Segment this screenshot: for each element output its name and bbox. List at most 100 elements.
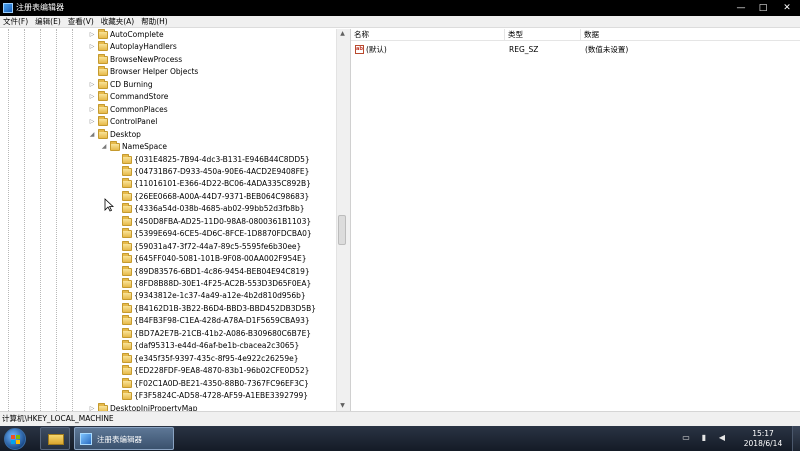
expander-arrow-icon[interactable]: ▷ [88, 403, 96, 412]
expander-arrow-icon[interactable]: ▷ [88, 91, 96, 103]
expander-arrow-icon[interactable] [88, 66, 96, 78]
expander-arrow-icon[interactable] [112, 266, 120, 278]
tree-item[interactable]: ▷ DesktopIniPropertyMap [88, 402, 330, 412]
registry-key-tree[interactable]: ▷ AutoComplete ▷ AutoplayHandlers BrowseNewP… [0, 29, 336, 411]
expander-arrow-icon[interactable] [88, 54, 96, 66]
string-value-icon: ab [355, 45, 364, 54]
list-item-default[interactable]: ab (默认) REG_SZ (数值未设置) [351, 44, 800, 56]
minimize-button[interactable]: — [730, 0, 752, 16]
column-data[interactable]: 数据 [581, 29, 800, 41]
expander-arrow-icon[interactable] [112, 365, 120, 377]
folder-icon [122, 178, 132, 189]
folder-icon [122, 377, 132, 388]
tree-item-clsid[interactable]: {F3F5824C-AD58-4728-AF59-A1EBE3392799} [112, 390, 330, 402]
column-name[interactable]: 名称 [351, 29, 505, 41]
tree-item-clsid[interactable]: {59031a47-3f72-44a7-89c5-5595fe6b30ee} [112, 240, 330, 253]
tree-item[interactable]: ▷ CommandStore [88, 91, 330, 103]
folder-icon [98, 128, 108, 139]
expander-arrow-icon[interactable] [112, 340, 120, 352]
expander-arrow-icon[interactable] [112, 178, 120, 190]
tree-item-label: {4336a54d-038b-4685-ab02-99bb52d3fb8b} [134, 204, 305, 214]
expander-arrow-icon[interactable] [112, 216, 120, 228]
tree-item-clsid[interactable]: {daf95313-e44d-46af-be1b-cbacea2c3065} [112, 340, 330, 352]
tree-item-clsid[interactable]: {B4162D1B-3B22-B6D4-BBD3-BBD452DB3D5B} [112, 302, 330, 315]
tree-item-clsid[interactable]: {031E4825-7B94-4dc3-B131-E946B44C8DD5} [112, 153, 330, 166]
start-button[interactable] [4, 428, 26, 450]
tree-item-clsid[interactable]: {B4FB3F98-C1EA-428d-A78A-D1F5659CBA93} [112, 315, 330, 327]
tree-item[interactable]: ▷ CommonPlaces [88, 103, 330, 116]
expander-arrow-icon[interactable]: ▷ [88, 41, 96, 53]
expander-arrow-icon[interactable]: ◢ [88, 129, 96, 141]
tree-item[interactable]: Browser Helper Objects [88, 66, 330, 78]
tree-item[interactable]: ▷ AutoComplete [88, 29, 330, 41]
scroll-thumb[interactable] [338, 215, 346, 245]
action-center-icon[interactable]: ▭ [681, 433, 691, 443]
tree-item-label: {F3F5824C-AD58-4728-AF59-A1EBE3392799} [134, 391, 309, 401]
tree-item[interactable]: ▷ AutoplayHandlers [88, 41, 330, 53]
tree-item-label: Desktop [110, 129, 141, 139]
folder-icon [122, 228, 132, 239]
folder-icon [122, 203, 132, 214]
menu-view[interactable]: 查看(V) [65, 16, 98, 28]
tree-item-clsid[interactable]: {645FF040-5081-101B-9F08-00AA002F954E} [112, 253, 330, 265]
expander-arrow-icon[interactable]: ▷ [88, 104, 96, 116]
taskbar-regedit-button[interactable]: 注册表编辑器 [74, 427, 174, 450]
expander-arrow-icon[interactable] [112, 253, 120, 265]
tree-item-clsid[interactable]: {11016101-E366-4D22-BC06-4ADA335C892B} [112, 178, 330, 190]
tree-item-clsid[interactable]: {450D8FBA-AD25-11D0-98A8-0800361B1103} [112, 215, 330, 228]
menu-edit[interactable]: 编辑(E) [32, 16, 65, 28]
tree-item-clsid[interactable]: {BD7A2E7B-21CB-41b2-A086-B309680C6B7E} [112, 327, 330, 340]
network-icon[interactable]: ▮ [699, 433, 709, 443]
tree-item-label: {B4FB3F98-C1EA-428d-A78A-D1F5659CBA93} [134, 316, 310, 326]
expander-arrow-icon[interactable] [112, 166, 120, 178]
tree-vertical-scrollbar[interactable]: ▲ ▼ [336, 29, 347, 411]
title-bar[interactable]: 注册表编辑器 — □ ✕ [0, 0, 800, 16]
expander-arrow-icon[interactable] [112, 353, 120, 365]
expander-arrow-icon[interactable]: ▷ [88, 116, 96, 128]
expander-arrow-icon[interactable] [112, 303, 120, 315]
tree-item-clsid[interactable]: {F02C1A0D-BE21-4350-88B0-7367FC96EF3C} [112, 377, 330, 390]
tree-item-clsid[interactable]: {4336a54d-038b-4685-ab02-99bb52d3fb8b} [112, 203, 330, 215]
expander-arrow-icon[interactable]: ◢ [100, 141, 108, 153]
expander-arrow-icon[interactable] [112, 315, 120, 327]
tree-item[interactable]: ▷ CD Burning [88, 78, 330, 91]
expander-arrow-icon[interactable] [112, 228, 120, 240]
expander-arrow-icon[interactable] [112, 390, 120, 402]
tree-item[interactable]: BrowseNewProcess [88, 53, 330, 66]
folder-icon [110, 141, 120, 152]
tree-item-clsid[interactable]: {9343812e-1c37-4a49-a12e-4b2d810d956b} [112, 290, 330, 302]
tree-item-clsid[interactable]: {5399E694-6CE5-4D6C-8FCE-1D8870FDCBA0} [112, 228, 330, 240]
expander-arrow-icon[interactable]: ▷ [88, 79, 96, 91]
menu-file[interactable]: 文件(F) [0, 16, 32, 28]
tree-item-clsid[interactable]: {8FD8B88D-30E1-4F25-AC2B-553D3D65F0EA} [112, 278, 330, 290]
expander-arrow-icon[interactable] [112, 241, 120, 253]
menu-help[interactable]: 帮助(H) [138, 16, 172, 28]
expander-arrow-icon[interactable] [112, 378, 120, 390]
tree-item[interactable]: ◢ Desktop [88, 128, 330, 141]
expander-arrow-icon[interactable] [112, 154, 120, 166]
tree-item-clsid[interactable]: {89D83576-6BD1-4c86-9454-BEB04E94C819} [112, 265, 330, 278]
values-list-pane[interactable]: 名称 类型 数据 ab (默认) REG_SZ (数值未设置) [351, 29, 800, 411]
column-type[interactable]: 类型 [505, 29, 581, 41]
tree-item-clsid[interactable]: {e345f35f-9397-435c-8f95-4e922c26259e} [112, 352, 330, 365]
close-button[interactable]: ✕ [776, 0, 798, 16]
tree-item[interactable]: ▷ ControlPanel [88, 116, 330, 128]
taskbar-explorer-button[interactable] [40, 427, 70, 450]
tree-item-label: CommonPlaces [110, 104, 168, 114]
expander-arrow-icon[interactable] [112, 290, 120, 302]
tree-item-namespace[interactable]: ◢ NameSpace [100, 141, 330, 153]
maximize-button[interactable]: □ [752, 0, 774, 16]
expander-arrow-icon[interactable] [112, 278, 120, 290]
show-desktop-button[interactable] [792, 426, 800, 451]
tree-item-clsid[interactable]: {ED228FDF-9EA8-4870-83b1-96b02CFE0D52} [112, 365, 330, 377]
clock-time: 15:17 [752, 429, 774, 438]
tree-item-label: AutoplayHandlers [110, 42, 177, 52]
tree-item-clsid[interactable]: {26EE0668-A00A-44D7-9371-BEB064C98683} [112, 190, 330, 203]
tree-item-clsid[interactable]: {04731B67-D933-450a-90E6-4ACD2E9408FE} [112, 165, 330, 178]
menu-favorites[interactable]: 收藏夹(A) [98, 16, 138, 28]
system-clock[interactable]: 15:17 2018/6/14 [741, 429, 785, 449]
volume-icon[interactable]: ◀ [717, 433, 727, 443]
expander-arrow-icon[interactable]: ▷ [88, 29, 96, 41]
tree-guide-line [72, 29, 73, 411]
expander-arrow-icon[interactable] [112, 328, 120, 340]
